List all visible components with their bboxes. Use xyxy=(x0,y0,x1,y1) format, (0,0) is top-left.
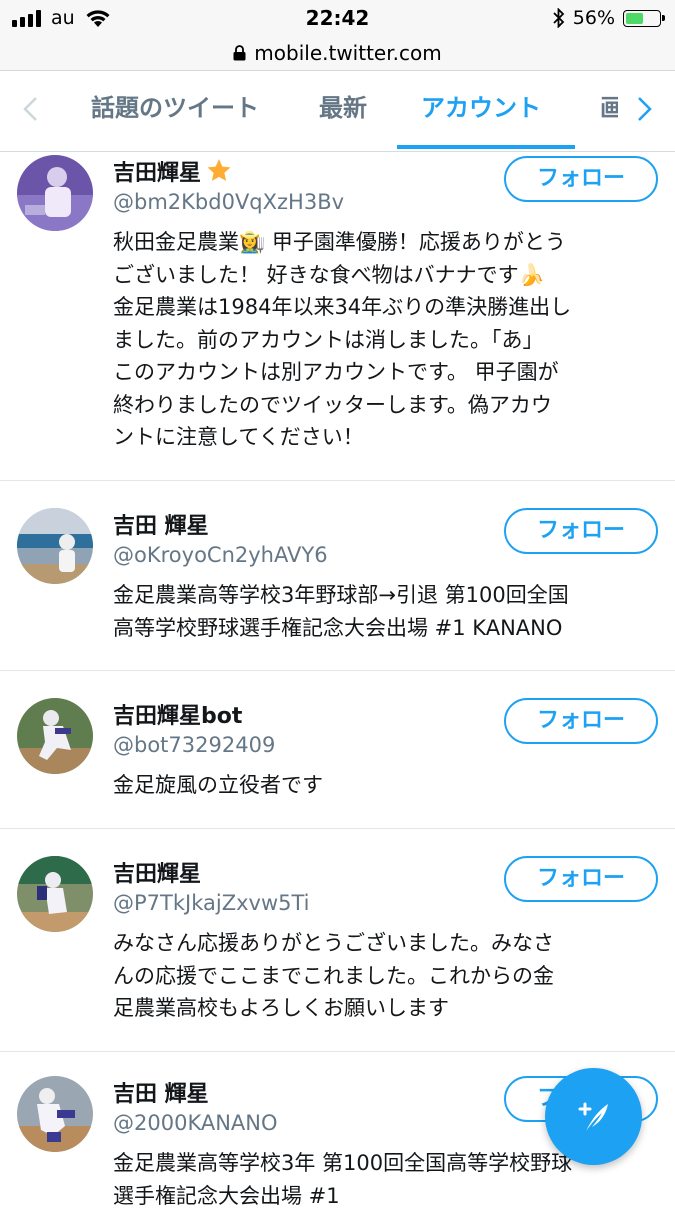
avatar[interactable] xyxy=(17,1076,93,1152)
account-item[interactable]: 吉田輝星 @bm2Kbd0VqXzH3Bv 秋田金足農業👩‍🌾 甲子園準優勝！応… xyxy=(0,152,675,481)
account-list: 吉田輝星 @bm2Kbd0VqXzH3Bv 秋田金足農業👩‍🌾 甲子園準優勝！応… xyxy=(0,152,675,1212)
account-item[interactable]: 吉田輝星bot @bot73292409 金足旋風の立役者です フォロー xyxy=(0,671,675,829)
chevron-right-icon[interactable] xyxy=(624,89,664,129)
account-bio: 金足農業高等学校3年野球部→引退 第100回全国 高等学校野球選手権記念大会出場… xyxy=(113,579,658,644)
bio-line: んの応援でここまでこれました。これからの金 xyxy=(113,960,658,993)
account-handle[interactable]: @oKroyoCn2yhAVY6 xyxy=(113,543,328,567)
account-handle[interactable]: @P7TkJkajZxvw5Ti xyxy=(113,891,310,915)
bio-line: 金足旋風の立役者です xyxy=(113,769,658,802)
star-icon xyxy=(205,157,233,185)
bio-line: 選手権記念大会出場 #1 xyxy=(113,1180,658,1212)
account-bio: 秋田金足農業👩‍🌾 甲子園準優勝！応援ありがとう ございました！ 好きな食べ物は… xyxy=(113,226,658,454)
battery-icon xyxy=(623,10,661,27)
bio-line: このアカウントは別アカウントです。 甲子園が xyxy=(113,356,658,389)
bio-line: 高等学校野球選手権記念大会出場 #1 KANANO xyxy=(113,612,658,645)
status-bar-right: 56% xyxy=(553,7,661,29)
bio-line: 秋田金足農業👩‍🌾 甲子園準優勝！応援ありがとう xyxy=(113,226,658,259)
compose-tweet-icon xyxy=(572,1095,616,1139)
account-handle[interactable]: @2000KANANO xyxy=(113,1111,278,1135)
account-name: 吉田 輝星 xyxy=(113,1076,209,1108)
active-tab-indicator xyxy=(397,145,575,149)
follow-button[interactable]: フォロー xyxy=(504,508,658,554)
compose-tweet-button[interactable] xyxy=(545,1068,642,1165)
follow-button[interactable]: フォロー xyxy=(504,698,658,744)
bio-line: ました。前のアカウントは消しました。「あ」 xyxy=(113,324,658,357)
account-name-row: 吉田輝星 xyxy=(113,856,201,888)
follow-button[interactable]: フォロー xyxy=(504,856,658,902)
avatar[interactable] xyxy=(17,856,93,932)
account-name-row: 吉田 輝星 xyxy=(113,1076,209,1108)
follow-button[interactable]: フォロー xyxy=(504,156,658,202)
address-bar[interactable]: mobile.twitter.com xyxy=(0,36,675,71)
account-item[interactable]: 吉田 輝星 @oKroyoCn2yhAVY6 金足農業高等学校3年野球部→引退 … xyxy=(0,481,675,671)
bio-line: 足農業高校もよろしくお願いします xyxy=(113,992,658,1025)
lock-icon xyxy=(233,45,246,61)
account-name: 吉田輝星 xyxy=(113,155,201,187)
tab-photos-clip: 画像 xyxy=(596,71,618,149)
account-name-row: 吉田 輝星 xyxy=(113,508,209,540)
account-bio: 金足旋風の立役者です xyxy=(113,769,658,802)
bluetooth-icon xyxy=(553,8,565,28)
bio-line: 金足農業高等学校3年野球部→引退 第100回全国 xyxy=(113,579,658,612)
account-name: 吉田輝星 xyxy=(113,856,201,888)
chevron-left-icon[interactable] xyxy=(12,89,52,129)
account-name-row: 吉田輝星bot xyxy=(113,698,242,730)
tab-top-tweets[interactable]: 話題のツイート xyxy=(91,71,259,149)
tab-latest[interactable]: 最新 xyxy=(319,71,367,149)
bio-line: みなさん応援ありがとうございました。みなさ xyxy=(113,927,658,960)
tab-accounts[interactable]: アカウント xyxy=(421,71,541,149)
account-name: 吉田輝星bot xyxy=(113,698,242,730)
battery-cap xyxy=(662,15,665,21)
bio-line: ございました！ 好きな食べ物はバナナです🍌 xyxy=(113,259,658,292)
avatar[interactable] xyxy=(17,698,93,774)
account-handle[interactable]: @bot73292409 xyxy=(113,733,275,757)
battery-level xyxy=(626,13,643,24)
account-name-row: 吉田輝星 xyxy=(113,155,233,187)
account-bio: みなさん応援ありがとうございました。みなさ んの応援でここまでこれました。これか… xyxy=(113,927,658,1025)
status-bar: au 22:42 56% xyxy=(0,0,675,36)
bio-line: ントに注意してください！ xyxy=(113,421,658,454)
account-name: 吉田 輝星 xyxy=(113,508,209,540)
avatar[interactable] xyxy=(17,508,93,584)
account-item[interactable]: 吉田輝星 @P7TkJkajZxvw5Ti みなさん応援ありがとうございました。… xyxy=(0,829,675,1052)
bio-line: 終わりましたのでツイッターします。偽アカウ xyxy=(113,389,658,422)
account-handle[interactable]: @bm2Kbd0VqXzH3Bv xyxy=(113,190,344,214)
search-tabs: 話題のツイート 最新 アカウント 画像 xyxy=(0,71,675,152)
battery-percent: 56% xyxy=(573,7,615,29)
url-text: mobile.twitter.com xyxy=(254,41,441,65)
bio-line: 金足農業は1984年以来34年ぶりの準決勝進出し xyxy=(113,291,658,324)
tab-photos[interactable]: 画像 xyxy=(600,71,618,149)
avatar[interactable] xyxy=(17,155,93,231)
